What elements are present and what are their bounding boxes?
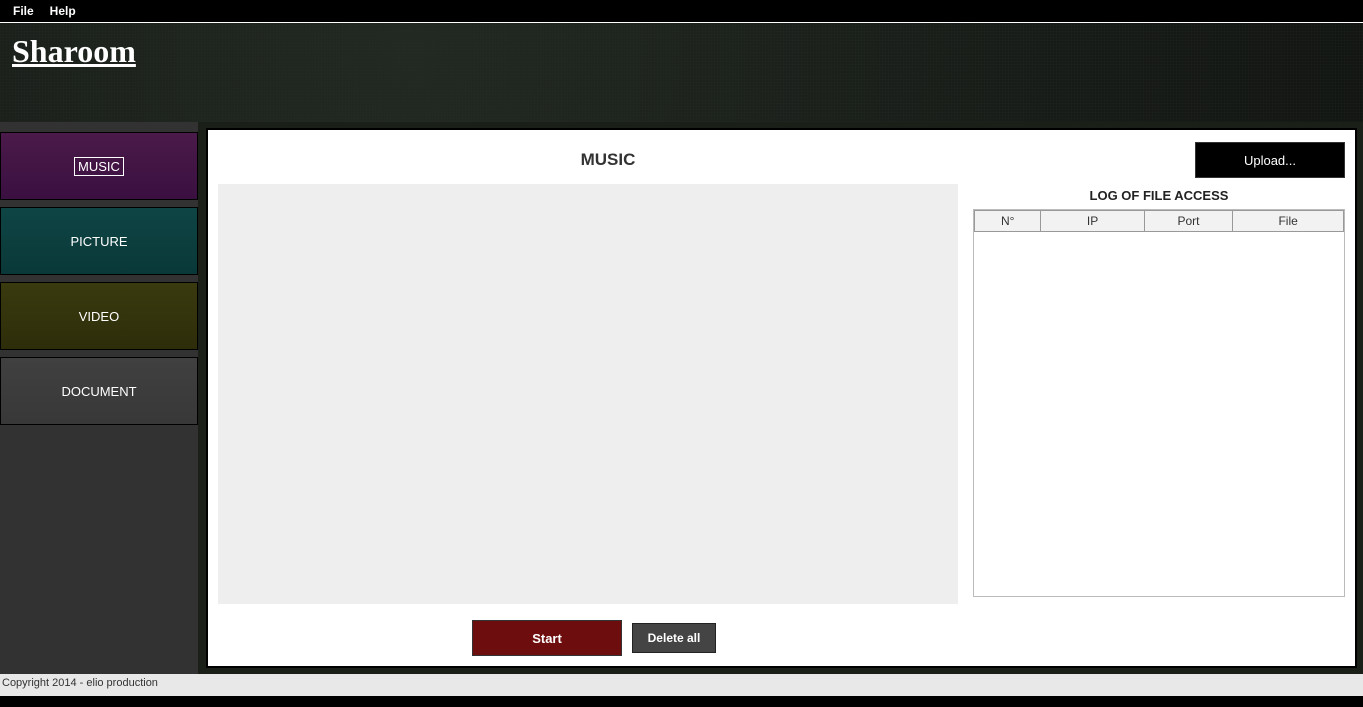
- sidebar-item-picture[interactable]: PICTURE: [0, 207, 198, 275]
- sidebar: MUSIC PICTURE VIDEO DOCUMENT: [0, 122, 198, 674]
- sidebar-item-label: MUSIC: [74, 157, 124, 176]
- footer: Copyright 2014 - elio production: [0, 674, 1363, 696]
- top-row: MUSIC Upload...: [218, 140, 1345, 180]
- log-title: LOG OF FILE ACCESS: [973, 184, 1345, 209]
- content-title: MUSIC: [218, 150, 958, 170]
- content-area: MUSIC Upload... LOG OF FILE ACCESS N° IP: [198, 122, 1363, 674]
- sidebar-item-document[interactable]: DOCUMENT: [0, 357, 198, 425]
- sidebar-item-label: PICTURE: [70, 234, 127, 249]
- menu-file[interactable]: File: [5, 4, 42, 18]
- upload-button[interactable]: Upload...: [1195, 142, 1345, 178]
- sidebar-item-label: VIDEO: [79, 309, 119, 324]
- start-button[interactable]: Start: [472, 620, 622, 656]
- log-table-wrap: N° IP Port File: [973, 209, 1345, 597]
- log-col-number[interactable]: N°: [975, 211, 1041, 232]
- sidebar-item-video[interactable]: VIDEO: [0, 282, 198, 350]
- copyright-text: Copyright 2014 - elio production: [2, 677, 158, 689]
- taskbar: [0, 696, 1363, 707]
- log-col-port[interactable]: Port: [1144, 211, 1233, 232]
- bottom-row: Start Delete all: [218, 620, 1345, 656]
- log-table: N° IP Port File: [974, 210, 1344, 232]
- banner: Sharoom: [0, 22, 1363, 122]
- middle-row: LOG OF FILE ACCESS N° IP Port File: [218, 184, 1345, 604]
- delete-all-button[interactable]: Delete all: [632, 623, 716, 653]
- main-wrap: MUSIC PICTURE VIDEO DOCUMENT MUSIC Uploa…: [0, 122, 1363, 674]
- log-panel: LOG OF FILE ACCESS N° IP Port File: [973, 184, 1345, 604]
- sidebar-item-label: DOCUMENT: [61, 384, 136, 399]
- menubar: File Help: [0, 0, 1363, 22]
- file-list-area[interactable]: [218, 184, 958, 604]
- app-title: Sharoom: [12, 33, 136, 70]
- sidebar-item-music[interactable]: MUSIC: [0, 132, 198, 200]
- menu-help[interactable]: Help: [42, 4, 84, 18]
- log-col-file[interactable]: File: [1233, 211, 1344, 232]
- content-panel: MUSIC Upload... LOG OF FILE ACCESS N° IP: [206, 128, 1357, 668]
- log-col-ip[interactable]: IP: [1041, 211, 1144, 232]
